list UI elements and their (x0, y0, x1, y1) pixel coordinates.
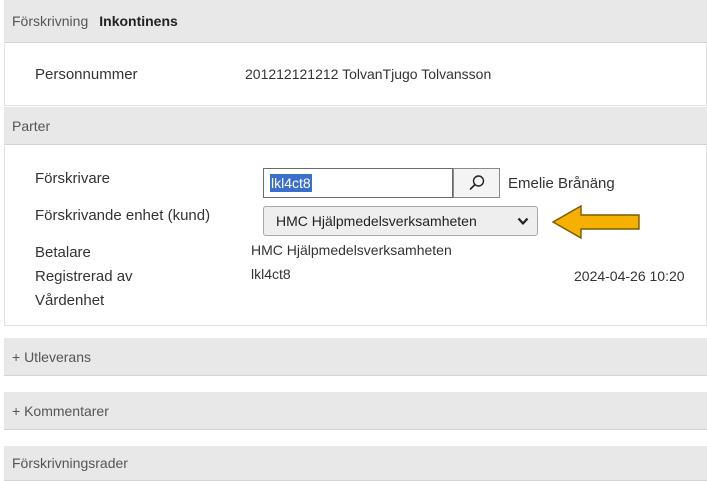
kommentarer-title: + Kommentarer (12, 402, 109, 419)
form-header: Förskrivning Inkontinens (4, 0, 707, 43)
parter-panel: Förskrivare lkl4ct8 Emelie Brånäng Försk… (4, 146, 707, 326)
personnummer-value: 201212121212 TolvanTjugo Tolvansson (245, 66, 492, 82)
forskrivare-label: Förskrivare (35, 170, 111, 187)
registrerad-label: Registrerad av (35, 268, 133, 285)
search-icon (469, 175, 484, 190)
betalare-label: Betalare (35, 244, 91, 261)
utleverans-title: + Utleverans (12, 348, 91, 365)
page-title: Inkontinens (99, 13, 178, 29)
registrerad-date: 2024-04-26 10:20 (574, 268, 685, 284)
search-button[interactable] (453, 168, 500, 198)
forskrivningsrader-title: Förskrivningsrader (12, 455, 128, 471)
forskrivare-input[interactable]: lkl4ct8 (263, 168, 453, 198)
forskrivningsrader-section: Förskrivningsrader (4, 446, 707, 481)
forskrivare-input-value: lkl4ct8 (270, 174, 312, 192)
betalare-value: HMC Hjälpmedelsverksamheten (251, 242, 452, 258)
section-title: Förskrivning (12, 13, 89, 29)
person-panel: Personnummer 201212121212 TolvanTjugo To… (4, 44, 707, 106)
chevron-down-icon (517, 217, 529, 225)
parter-title: Parter (12, 117, 51, 134)
enhet-select[interactable]: HMC Hjälpmedelsverksamheten (263, 206, 538, 236)
arrow-left-icon (551, 204, 640, 240)
vardenhet-label: Vårdenhet (35, 292, 105, 309)
forskrivare-name: Emelie Brånäng (508, 175, 615, 192)
enhet-label: Förskrivande enhet (kund) (35, 207, 211, 224)
registrerad-value: lkl4ct8 (251, 266, 291, 282)
enhet-select-value: HMC Hjälpmedelsverksamheten (276, 213, 477, 229)
kommentarer-section[interactable]: + Kommentarer (4, 392, 707, 430)
parter-header: Parter (4, 107, 707, 145)
utleverans-section[interactable]: + Utleverans (4, 338, 707, 376)
personnummer-label: Personnummer (35, 66, 138, 83)
